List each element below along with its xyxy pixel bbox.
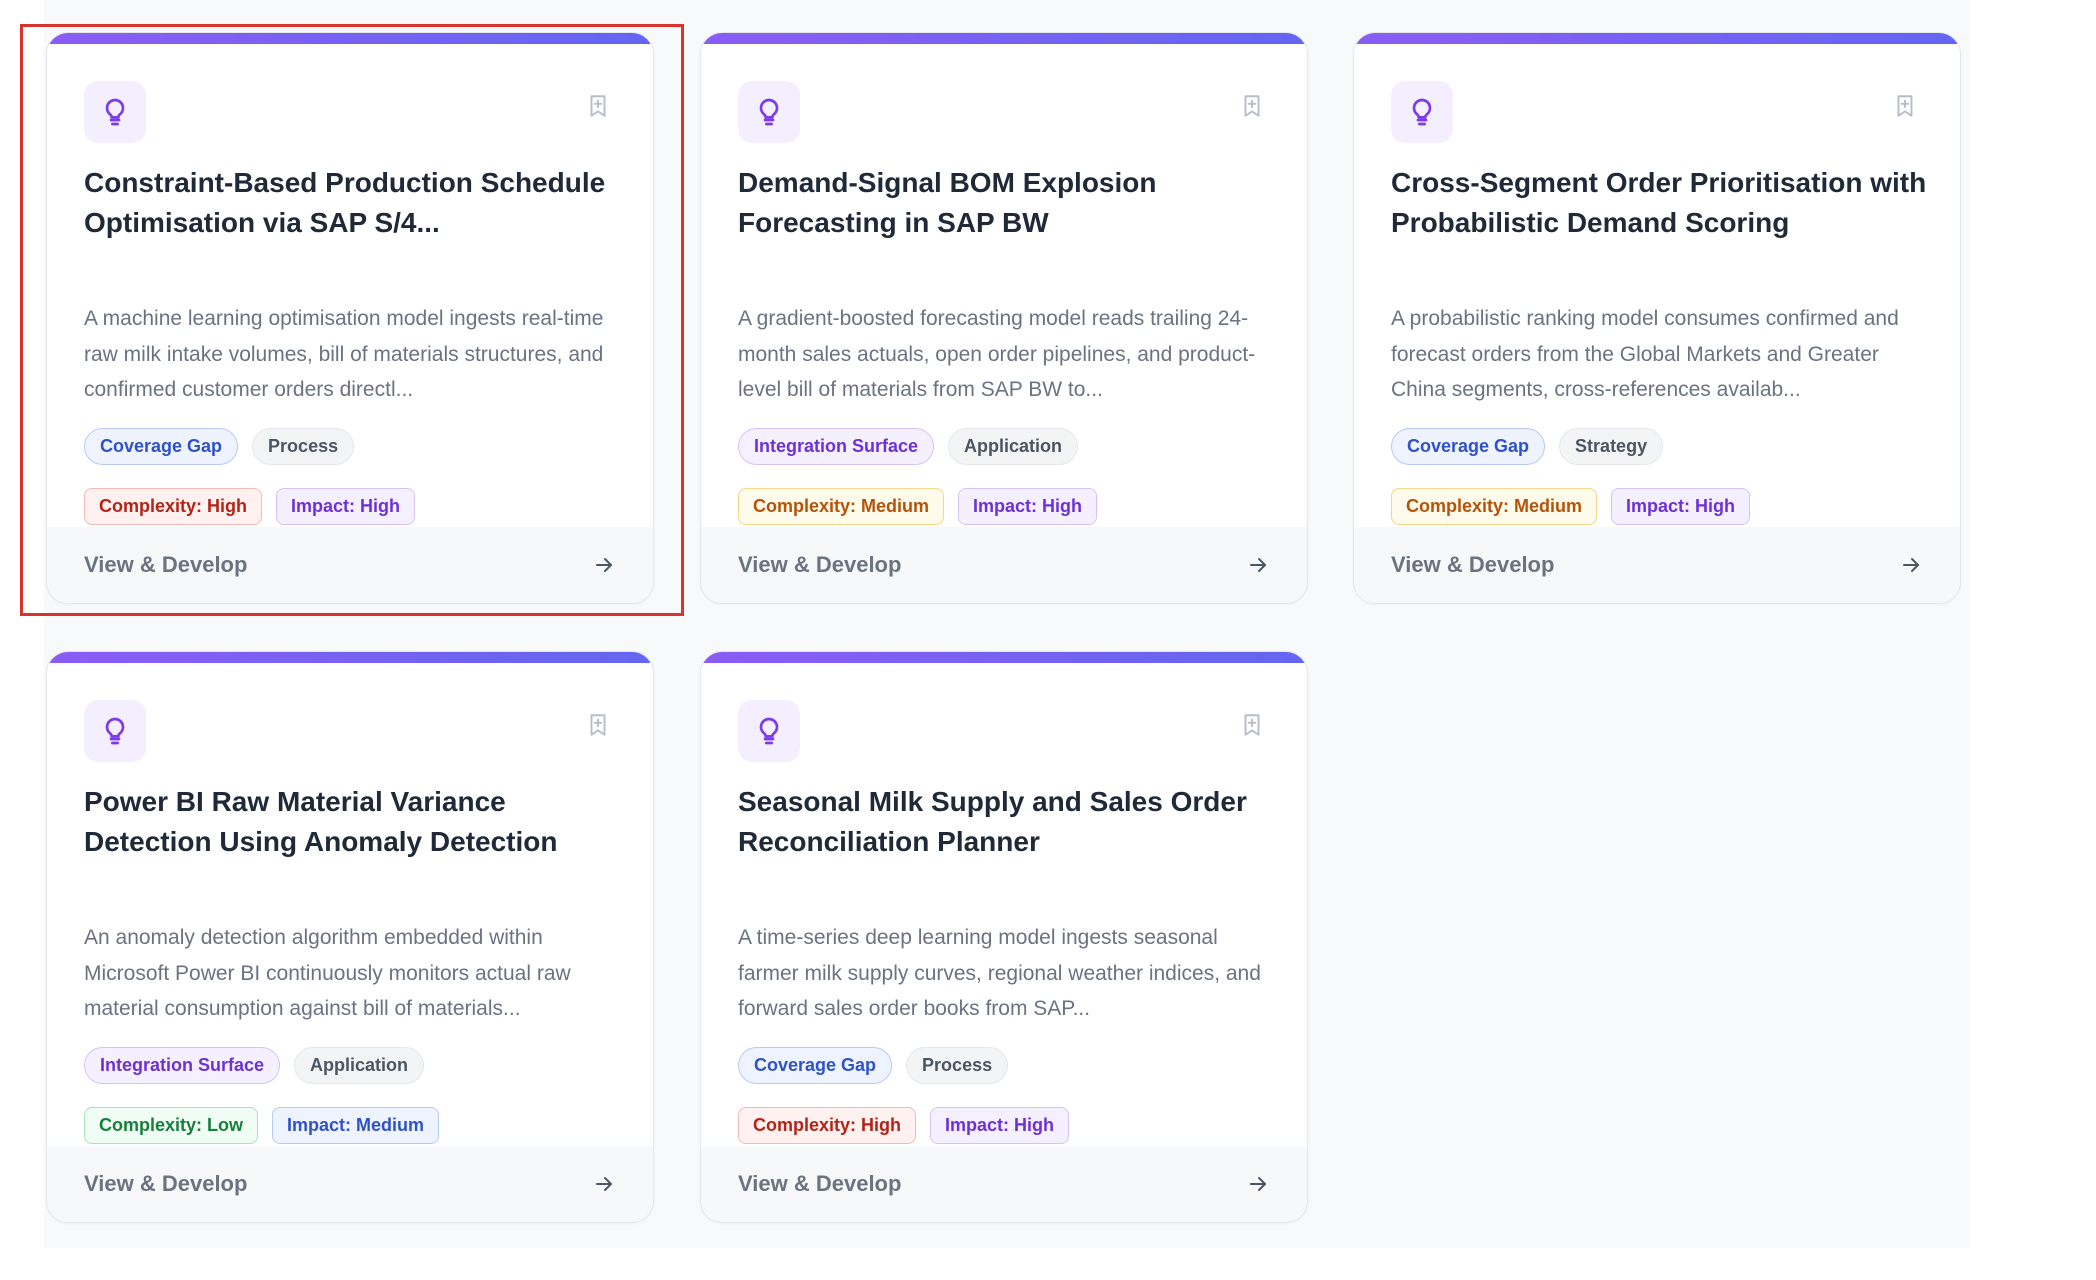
rating-tags: Complexity: High Impact: High [738, 1107, 1070, 1144]
layer-tag: Process [906, 1047, 1009, 1084]
arrow-right-icon [1250, 1177, 1266, 1191]
card-description: A time-series deep learning model ingest… [738, 926, 1261, 1020]
lightbulb-icon [84, 81, 146, 143]
layer-tag: Strategy [1559, 428, 1664, 465]
card-title: Cross-Segment Order Prioritisation with … [1391, 167, 1927, 238]
category-tags: Coverage Gap Process [738, 1047, 1009, 1084]
complexity-badge: Complexity: High [84, 488, 263, 525]
idea-card[interactable]: Seasonal Milk Supply and Sales Order Rec… [700, 651, 1308, 1223]
card-description: A machine learning optimisation model in… [84, 307, 604, 401]
impact-badge: Impact: High [1611, 488, 1751, 525]
impact-badge: Impact: High [930, 1107, 1070, 1144]
rating-tags: Complexity: Low Impact: Medium [84, 1107, 440, 1144]
gap-type-tag: Coverage Gap [84, 428, 239, 465]
category-tags: Coverage Gap Strategy [1391, 428, 1664, 465]
view-develop-label: View & Develop [84, 552, 248, 577]
complexity-badge: Complexity: Medium [738, 488, 945, 525]
arrow-right-icon [596, 1177, 612, 1191]
complexity-badge: Complexity: High [738, 1107, 917, 1144]
lightbulb-icon [1391, 81, 1453, 143]
view-develop-button[interactable]: View & Develop [47, 1146, 653, 1222]
rating-tags: Complexity: Medium Impact: High [1391, 488, 1751, 525]
category-tags: Coverage Gap Process [84, 428, 355, 465]
bookmark-plus-icon[interactable] [1237, 710, 1267, 740]
gap-type-tag: Integration Surface [84, 1047, 281, 1084]
card-title: Demand-Signal BOM Explosion Forecasting … [738, 167, 1157, 238]
lightbulb-icon [84, 700, 146, 762]
category-tags: Integration Surface Application [84, 1047, 425, 1084]
card-description: A probabilistic ranking model consumes c… [1391, 307, 1899, 401]
complexity-badge: Complexity: Medium [1391, 488, 1598, 525]
card-title: Power BI Raw Material Variance Detection… [84, 786, 558, 857]
gap-type-tag: Coverage Gap [738, 1047, 893, 1084]
bookmark-plus-icon[interactable] [1890, 91, 1920, 121]
view-develop-button[interactable]: View & Develop [1354, 527, 1960, 603]
lightbulb-icon [738, 81, 800, 143]
gap-type-tag: Coverage Gap [1391, 428, 1546, 465]
view-develop-button[interactable]: View & Develop [47, 527, 653, 603]
view-develop-label: View & Develop [1391, 552, 1555, 577]
view-develop-label: View & Develop [738, 1171, 902, 1196]
bookmark-plus-icon[interactable] [1237, 91, 1267, 121]
card-accent-bar [701, 33, 1307, 44]
card-description: An anomaly detection algorithm embedded … [84, 926, 571, 1020]
card-accent-bar [701, 652, 1307, 663]
arrow-right-icon [1250, 558, 1266, 572]
card-description: A gradient-boosted forecasting model rea… [738, 307, 1256, 401]
view-develop-button[interactable]: View & Develop [701, 527, 1307, 603]
bookmark-plus-icon[interactable] [583, 710, 613, 740]
idea-card[interactable]: Power BI Raw Material Variance Detection… [46, 651, 654, 1223]
arrow-right-icon [596, 558, 612, 572]
card-title: Seasonal Milk Supply and Sales Order Rec… [738, 786, 1247, 857]
view-develop-label: View & Develop [84, 1171, 248, 1196]
arrow-right-icon [1903, 558, 1919, 572]
gap-type-tag: Integration Surface [738, 428, 935, 465]
impact-badge: Impact: High [276, 488, 416, 525]
lightbulb-icon [738, 700, 800, 762]
category-tags: Integration Surface Application [738, 428, 1079, 465]
complexity-badge: Complexity: Low [84, 1107, 259, 1144]
rating-tags: Complexity: High Impact: High [84, 488, 416, 525]
card-accent-bar [1354, 33, 1960, 44]
card-accent-bar [47, 33, 653, 44]
layer-tag: Application [294, 1047, 425, 1084]
view-develop-label: View & Develop [738, 552, 902, 577]
idea-card[interactable]: Demand-Signal BOM Explosion Forecasting … [700, 32, 1308, 604]
layer-tag: Process [252, 428, 355, 465]
view-develop-button[interactable]: View & Develop [701, 1146, 1307, 1222]
rating-tags: Complexity: Medium Impact: High [738, 488, 1098, 525]
idea-card[interactable]: Constraint-Based Production Schedule Opt… [46, 32, 654, 604]
card-title: Constraint-Based Production Schedule Opt… [84, 167, 606, 238]
impact-badge: Impact: High [958, 488, 1098, 525]
bookmark-plus-icon[interactable] [583, 91, 613, 121]
card-accent-bar [47, 652, 653, 663]
layer-tag: Application [948, 428, 1079, 465]
impact-badge: Impact: Medium [272, 1107, 440, 1144]
idea-card[interactable]: Cross-Segment Order Prioritisation with … [1353, 32, 1961, 604]
